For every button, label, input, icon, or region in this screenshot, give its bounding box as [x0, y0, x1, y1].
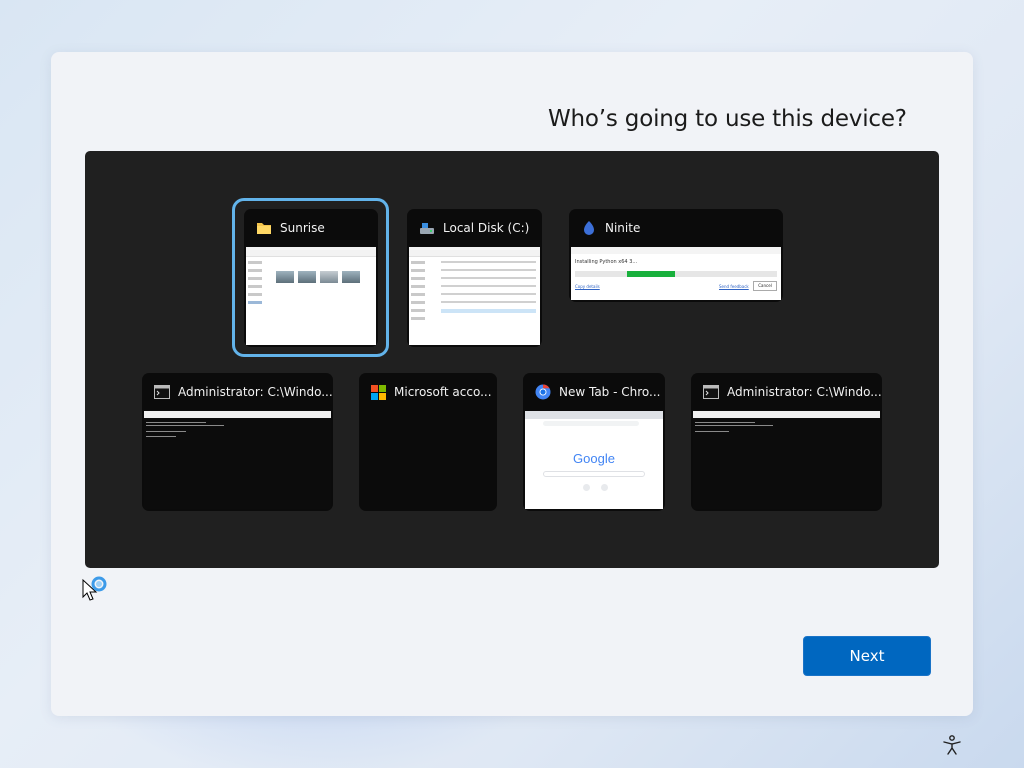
console-icon — [703, 385, 719, 399]
window-chrome[interactable]: New Tab - Chro... Google — [523, 373, 665, 511]
window-title: Sunrise — [280, 221, 325, 235]
microsoft-logo-icon — [371, 384, 386, 400]
ninite-progress-fill — [627, 271, 675, 277]
window-title: Local Disk (C:) — [443, 221, 530, 235]
drive-icon — [420, 223, 434, 234]
next-button[interactable]: Next — [803, 636, 931, 676]
copy-details-link[interactable]: Copy details — [575, 284, 600, 289]
window-title: Administrator: C:\Windo... — [727, 385, 882, 399]
window-microsoft-account[interactable]: Microsoft acco... — [359, 373, 497, 511]
cancel-button[interactable]: Cancel — [753, 281, 777, 291]
window-ninite[interactable]: Ninite Installing Python x64 3... Copy d… — [569, 209, 783, 302]
window-thumbnail — [144, 411, 331, 509]
folder-icon — [257, 223, 271, 234]
ninite-progress-bar — [575, 271, 777, 277]
window-thumbnail — [409, 247, 540, 345]
accessibility-icon[interactable] — [941, 734, 963, 756]
window-title: Ninite — [605, 221, 641, 235]
window-local-disk[interactable]: Local Disk (C:) — [407, 209, 542, 347]
window-title: Microsoft acco... — [394, 385, 492, 399]
chrome-icon — [535, 384, 551, 400]
window-sunrise[interactable]: Sunrise — [244, 209, 378, 347]
page-title: Who’s going to use this device? — [548, 106, 907, 132]
busy-cursor-icon — [82, 576, 107, 601]
window-admin-console-1[interactable]: Administrator: C:\Windo... — [142, 373, 333, 511]
window-title: Administrator: C:\Windo... — [178, 385, 333, 399]
window-admin-console-2[interactable]: Administrator: C:\Windo... — [691, 373, 882, 511]
send-feedback-link[interactable]: Send feedback — [719, 284, 749, 289]
console-icon — [154, 385, 170, 399]
window-thumbnail: Google — [525, 411, 663, 509]
ninite-icon — [584, 221, 594, 235]
window-title: New Tab - Chro... — [559, 385, 661, 399]
window-thumbnail: Installing Python x64 3... Copy details … — [571, 247, 781, 300]
window-thumbnail — [693, 411, 880, 509]
ninite-status: Installing Python x64 3... — [575, 259, 638, 265]
google-logo: Google — [573, 451, 615, 466]
window-thumbnail — [246, 247, 376, 345]
